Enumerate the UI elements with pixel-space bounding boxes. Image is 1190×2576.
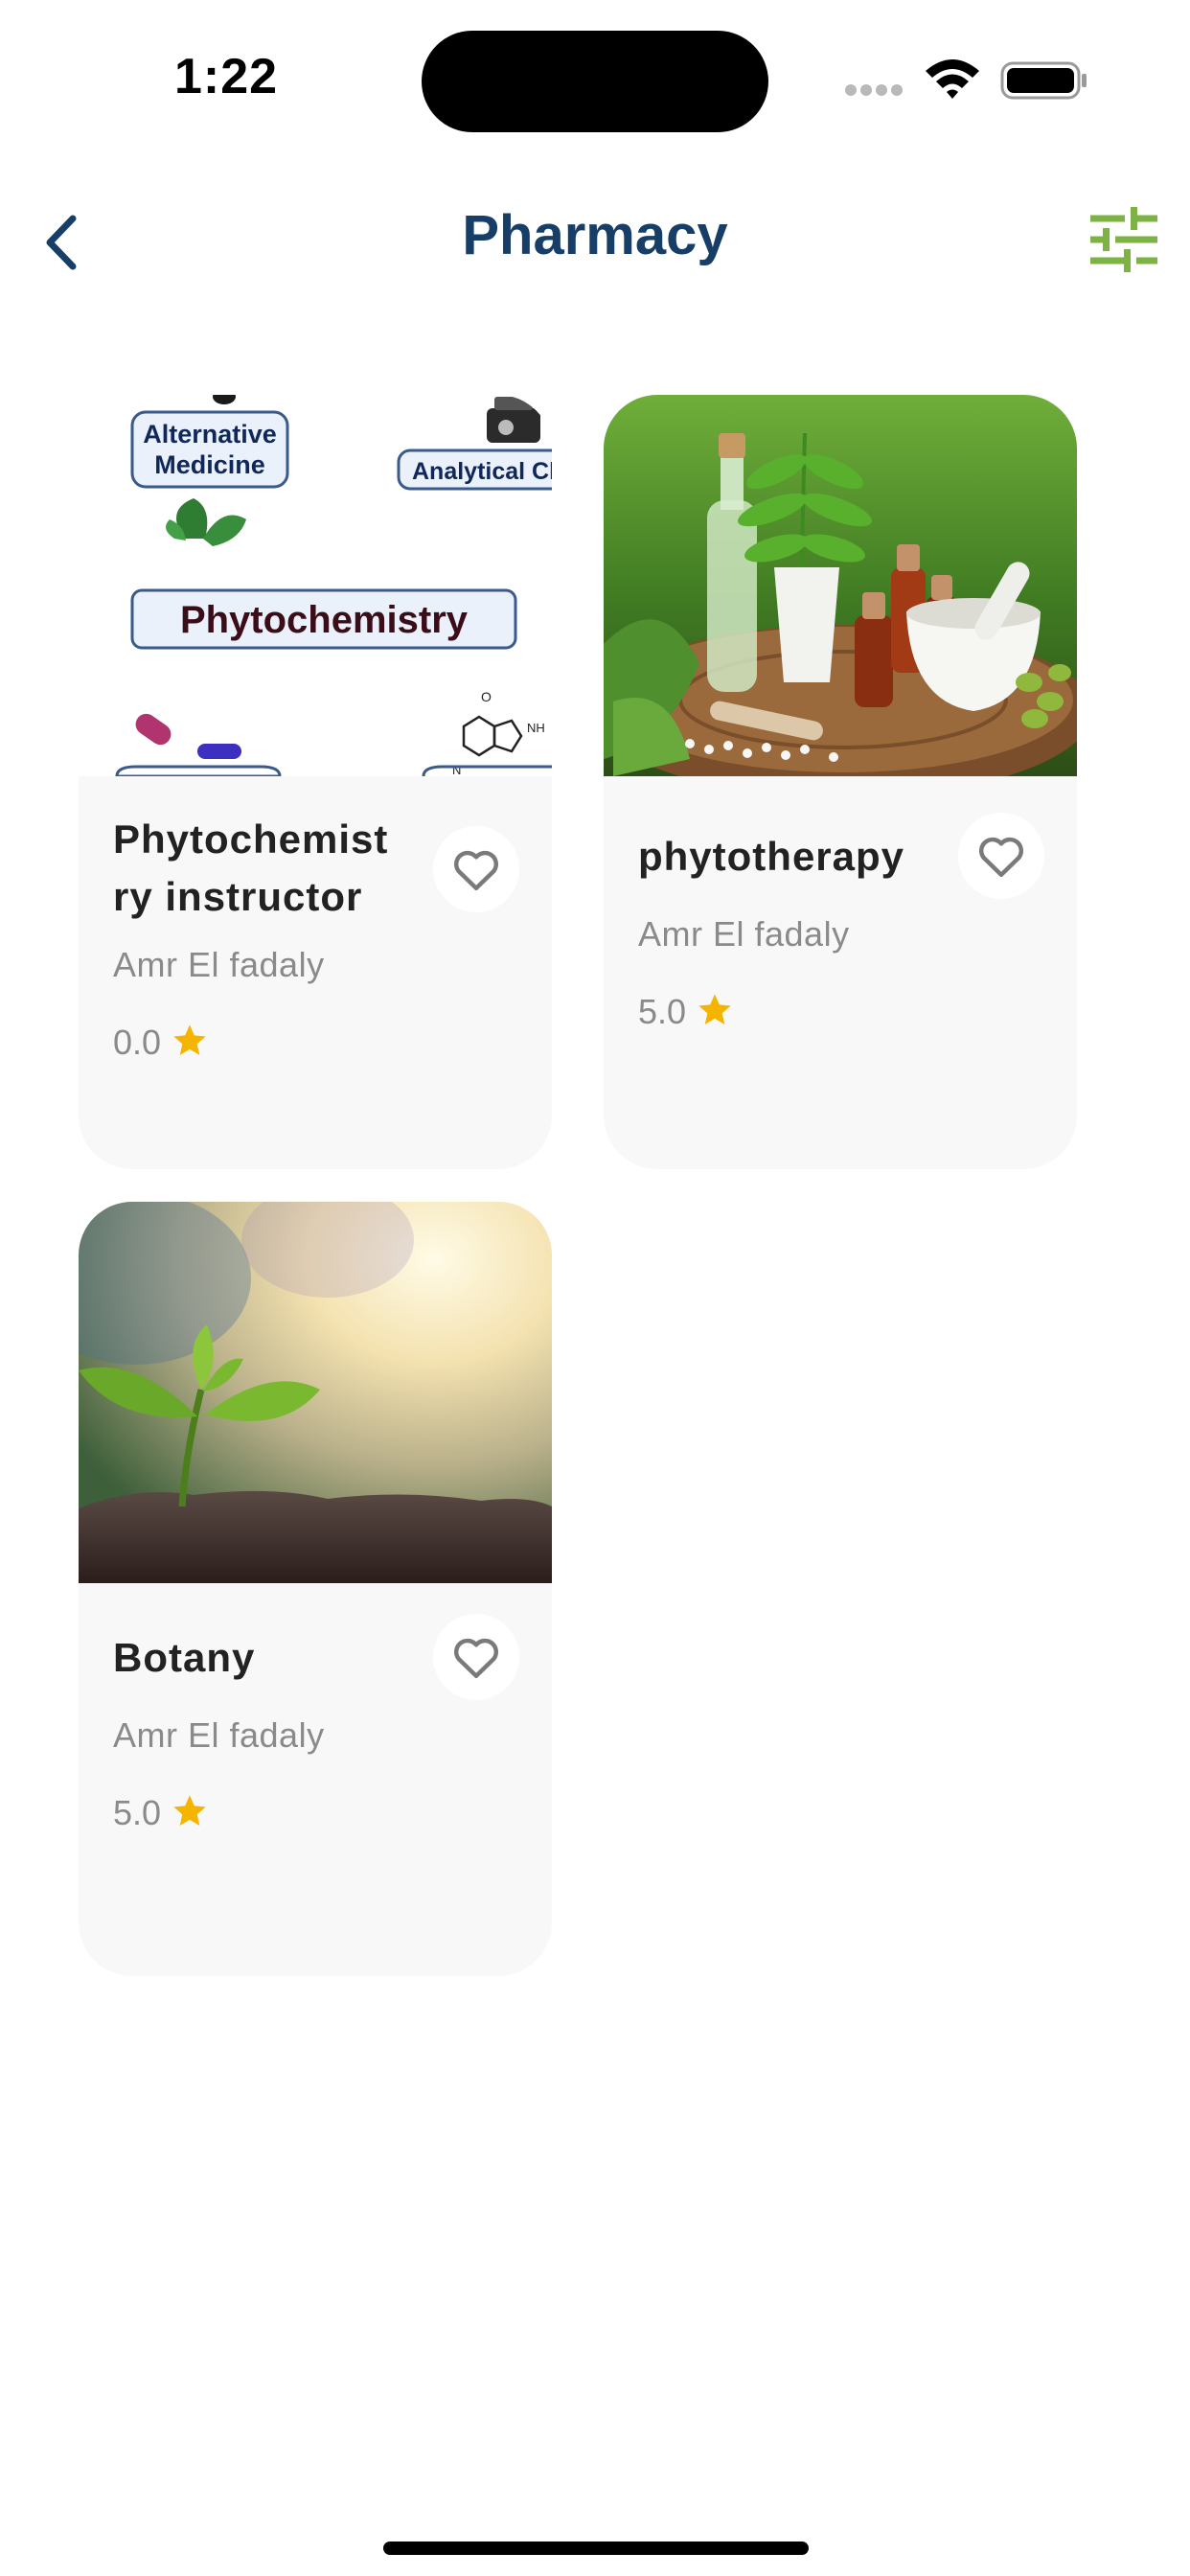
course-author: Amr El fadaly [113, 945, 325, 984]
course-rating: 5.0 [113, 1792, 209, 1833]
svg-text:O: O [481, 689, 492, 704]
wifi-icon [926, 59, 979, 99]
svg-text:N: N [452, 763, 461, 776]
course-rating: 0.0 [113, 1022, 209, 1063]
home-indicator[interactable] [383, 2542, 809, 2555]
svg-text:Analytical Ch: Analytical Ch [412, 458, 552, 485]
course-card-phytotherapy[interactable]: phytotherapy Amr El fadaly 5.0 [604, 395, 1077, 1169]
favorite-button[interactable] [958, 813, 1044, 899]
filter-sliders-icon[interactable] [1088, 205, 1157, 274]
course-image-botany [79, 1202, 552, 1583]
star-icon [173, 1795, 206, 1826]
favorite-button[interactable] [433, 826, 519, 912]
page-title: Pharmacy [462, 204, 728, 266]
svg-text:Phytochemistry: Phytochemistry [180, 599, 469, 641]
course-card-botany[interactable]: Botany Amr El fadaly 5.0 [79, 1202, 552, 1976]
svg-text:NH: NH [527, 721, 545, 735]
cellular-signal-icon [845, 84, 910, 98]
status-time: 1:22 [174, 49, 279, 104]
course-author: Amr El fadaly [113, 1715, 325, 1755]
course-rating: 5.0 [638, 991, 734, 1032]
dynamic-island [422, 31, 768, 132]
course-image-phytotherapy [604, 395, 1077, 776]
course-image-phytochemistry: Alternative Medicine Analytical Ch Phyto… [79, 395, 552, 776]
svg-text:Alternative: Alternative [143, 420, 277, 448]
favorite-button[interactable] [433, 1614, 519, 1700]
course-title: Botany [113, 1635, 256, 1680]
svg-text:Medicine: Medicine [154, 450, 265, 479]
star-icon [173, 1024, 206, 1055]
battery-icon [1000, 61, 1087, 100]
course-author: Amr El fadaly [638, 914, 850, 954]
course-card-phytochemistry[interactable]: Alternative Medicine Analytical Ch Phyto… [79, 395, 552, 1169]
heart-outline-icon [979, 837, 1023, 878]
star-icon [698, 994, 731, 1024]
course-title: phytotherapy [638, 834, 905, 879]
course-title: Phytochemist ry instructor [113, 816, 389, 919]
heart-outline-icon [454, 1638, 498, 1679]
heart-outline-icon [454, 850, 498, 891]
